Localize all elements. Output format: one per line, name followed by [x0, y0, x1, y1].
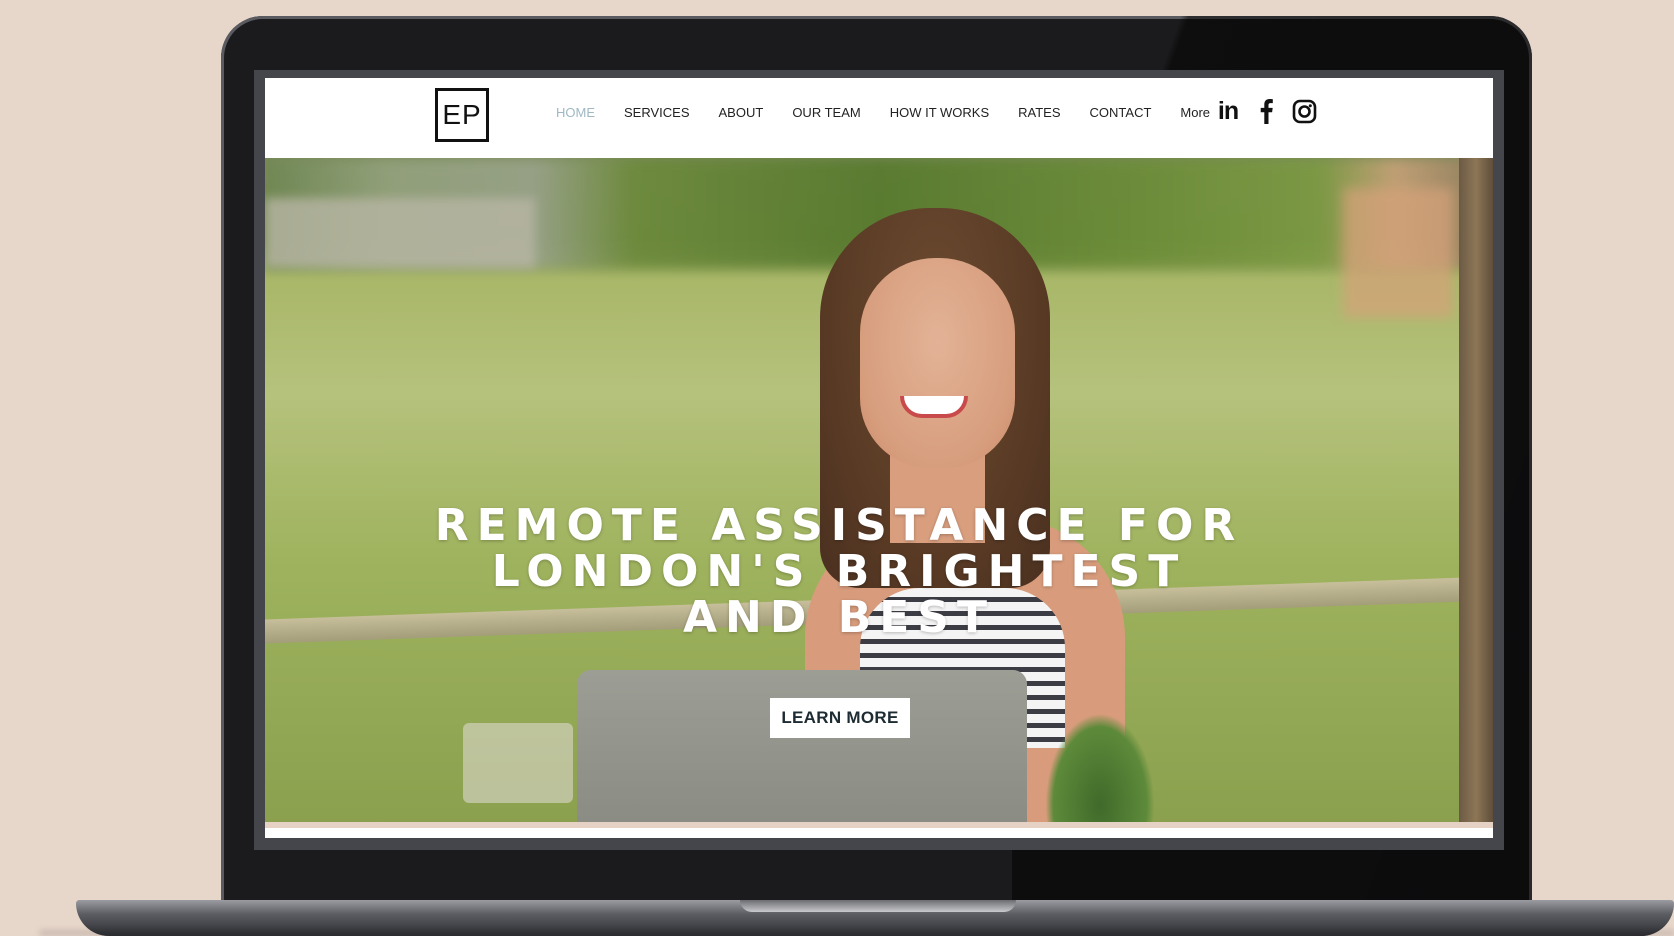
hero-plant — [1045, 713, 1155, 828]
hero-headline: REMOTE ASSISTANCE FOR LONDON'S BRIGHTEST… — [265, 503, 1413, 641]
nav-item-contact[interactable]: CONTACT — [1090, 105, 1152, 120]
laptop-base-notch — [740, 900, 1016, 912]
nav-item-rates[interactable]: RATES — [1018, 105, 1060, 120]
nav-item-about[interactable]: ABOUT — [719, 105, 764, 120]
hero-post — [1459, 158, 1493, 828]
site-header: EP HOME SERVICES ABOUT OUR TEAM HOW IT W… — [265, 78, 1493, 158]
hero-background-wall — [265, 198, 535, 268]
hero-bottom-band — [265, 822, 1493, 828]
hero-headline-line-3: AND BEST — [682, 592, 995, 643]
instagram-glyph — [1292, 99, 1316, 123]
nav-item-our-team[interactable]: OUR TEAM — [792, 105, 860, 120]
learn-more-button[interactable]: LEARN MORE — [770, 698, 910, 738]
linkedin-glyph: in — [1217, 96, 1239, 125]
hero-headline-line-1: REMOTE ASSISTANCE FOR — [434, 500, 1244, 551]
nav-item-home[interactable]: HOME — [556, 105, 595, 120]
hero-headline-line-2: LONDON'S BRIGHTEST — [491, 546, 1187, 597]
instagram-icon[interactable] — [1291, 98, 1317, 124]
social-links: in — [1215, 96, 1317, 125]
nav-item-services[interactable]: SERVICES — [624, 105, 690, 120]
laptop-shadow — [40, 930, 1674, 936]
nav-item-more[interactable]: More — [1180, 105, 1210, 120]
hero-photo-laptop — [577, 670, 1027, 828]
main-nav: HOME SERVICES ABOUT OUR TEAM HOW IT WORK… — [556, 105, 1210, 120]
person-face — [860, 258, 1015, 468]
site-logo[interactable]: EP — [435, 88, 489, 142]
hero-section: REMOTE ASSISTANCE FOR LONDON'S BRIGHTEST… — [265, 158, 1493, 828]
linkedin-icon[interactable]: in — [1215, 96, 1241, 125]
facebook-icon[interactable] — [1253, 98, 1279, 124]
website-screen: EP HOME SERVICES ABOUT OUR TEAM HOW IT W… — [265, 78, 1493, 838]
hero-background-roof — [1343, 188, 1453, 318]
hero-glass — [463, 723, 573, 803]
nav-item-how-it-works[interactable]: HOW IT WORKS — [890, 105, 989, 120]
facebook-glyph — [1260, 99, 1273, 124]
